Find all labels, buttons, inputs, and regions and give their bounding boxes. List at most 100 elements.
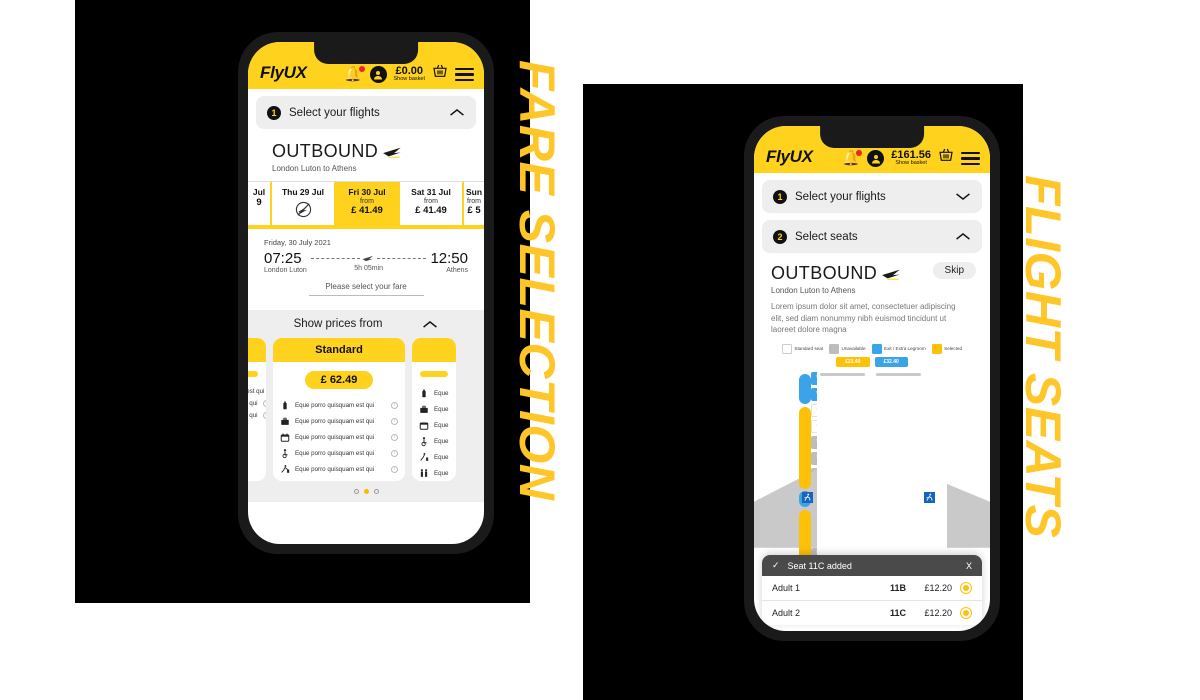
fare-feature-text: Eque porro quisquam est qui [295, 465, 375, 473]
carousel-dot[interactable] [373, 489, 379, 494]
fare-feature-text: Eque porro quisquam est qui [295, 417, 375, 425]
fare-cards-carousel[interactable]: quam est qui i am est qui i am est qui i [248, 338, 484, 481]
passenger-radio[interactable] [960, 607, 972, 619]
legend-label: Unavailable [841, 346, 866, 352]
hamburger-menu-button[interactable] [455, 67, 474, 84]
info-icon[interactable]: i [262, 411, 266, 419]
departure-airport: London Luton [264, 267, 307, 274]
legend-item-selected: Selected [931, 343, 963, 354]
fare-feature-text: quam est qui [248, 387, 265, 395]
fare-feature-text: Eque [434, 421, 449, 429]
date-cell[interactable]: Sat 31 Jul from £ 41.49 [398, 182, 462, 225]
plane-icon [882, 269, 900, 280]
passenger-row[interactable]: Adult 2 11C £12.20 [762, 601, 982, 625]
bag-icon [283, 401, 287, 409]
info-icon[interactable]: i [391, 401, 398, 409]
departure-time: 07:25 [264, 250, 302, 267]
fare-card-price [248, 371, 258, 377]
info-icon[interactable]: i [391, 433, 398, 441]
section-label-flight-seats: FLIGHT SEATS [1015, 175, 1071, 539]
fare-feature: Eque [412, 449, 456, 465]
chevron-up-icon [423, 320, 438, 328]
flight-path-line [310, 254, 427, 263]
phone-mockup-fare-selection: FlyUX 🔔 £0.00 Show basket 1 Select your … [238, 32, 494, 554]
arrival-block: 12:50 Athens [430, 250, 468, 274]
fare-feature-text: Eque porro quisquam est qui [295, 433, 375, 441]
account-avatar-button[interactable] [867, 150, 885, 167]
calendar-icon [280, 433, 290, 442]
date-from-label: from [467, 198, 481, 205]
exit-running-icon [804, 493, 811, 501]
wheelchair-icon [282, 448, 288, 458]
fare-feature: quam est qui i [248, 385, 266, 397]
notification-bell-button[interactable]: 🔔 [344, 66, 365, 83]
basket-total[interactable]: £161.56 Show basket [891, 149, 931, 167]
brand-logo[interactable]: FlyUX [260, 63, 307, 83]
brand-logo[interactable]: FlyUX [766, 147, 813, 167]
chevron-up-icon [450, 108, 464, 116]
basket-button[interactable] [432, 63, 448, 83]
briefcase-icon [420, 405, 428, 413]
fare-card[interactable]: Eque Eque Eque Eque Eque Eque [412, 338, 456, 481]
fare-feature: Eque porro quisquam est qui i [273, 397, 405, 413]
prices-from-header[interactable]: Show prices from [248, 318, 484, 338]
date-cell-selected[interactable]: Fri 30 Jul from £ 41.49 [334, 182, 398, 225]
overhead-bin-right [876, 372, 921, 376]
date-cell[interactable]: Thu 29 Jul [270, 182, 334, 225]
seats-description: Lorem ipsum dolor sit amet, consectetuer… [771, 302, 956, 335]
outbound-title: OUTBOUND [272, 141, 379, 161]
carousel-dot[interactable] [353, 489, 359, 494]
notification-bell-button[interactable]: 🔔 [842, 150, 863, 167]
accordion-select-your-flights[interactable]: 1 Select your flights [762, 180, 982, 213]
info-icon[interactable]: i [391, 449, 398, 457]
hamburger-menu-button[interactable] [961, 151, 980, 168]
date-price: £ 41.49 [415, 205, 447, 216]
basket-total[interactable]: £0.00 Show basket [394, 65, 426, 83]
flight-detail-block: Friday, 30 July 2021 07:25 London Luton … [248, 229, 484, 302]
legend-label: Standard seat [794, 346, 824, 352]
fare-card-price [420, 371, 448, 377]
phone1-notch [314, 42, 418, 64]
carousel-dot-active[interactable] [363, 489, 369, 494]
outbound-subtitle: London Luton to Athens [771, 286, 856, 295]
fare-card-price[interactable]: £ 62.49 [304, 371, 374, 389]
date-day: Sat 31 Jul [411, 187, 451, 197]
date-cell[interactable]: Jul 9 [248, 182, 270, 225]
people-icon [420, 468, 428, 477]
basket-button[interactable] [938, 147, 954, 167]
basket-icon [433, 64, 447, 77]
fare-feature: Eque [412, 433, 456, 449]
close-icon[interactable]: X [966, 561, 972, 571]
legend-label: Exit / Extra Legroom [884, 346, 926, 352]
legend-label: Selected [944, 346, 963, 352]
date-cell[interactable]: Sun from £ 5 [462, 182, 484, 225]
plane-icon [362, 255, 374, 262]
fare-card-title [248, 338, 266, 362]
fare-feature: Eque [412, 401, 456, 417]
date-selector-strip[interactable]: Jul 9 Thu 29 Jul Fri 30 Jul from £ 41.49 [248, 181, 484, 229]
accordion-select-your-flights[interactable]: 1 Select your flights [256, 96, 476, 129]
aisle-indicator-exit [799, 373, 811, 404]
carousel-dots[interactable] [248, 481, 484, 502]
accordion-select-seats[interactable]: 2 Select seats [762, 220, 982, 253]
skip-button[interactable]: Skip [932, 262, 976, 279]
info-icon[interactable]: i [262, 399, 266, 407]
avatar-icon [374, 70, 382, 79]
passenger-name: Adult 2 [772, 608, 801, 618]
fare-card[interactable]: quam est qui i am est qui i am est qui i [248, 338, 266, 481]
info-icon[interactable]: i [391, 465, 398, 473]
passenger-radio[interactable] [960, 582, 972, 594]
arrival-airport: Athens [446, 267, 468, 274]
flight-duration-block: 5h 05min [310, 254, 427, 274]
passenger-row[interactable]: Adult 1 11B £12.20 [762, 576, 982, 601]
fare-feature: Eque porro quisquam est qui i [273, 461, 405, 477]
fare-feature: am est qui i [248, 409, 266, 421]
arrival-time: 12:50 [430, 250, 468, 267]
account-avatar-button[interactable] [369, 66, 387, 83]
date-from-label: from [424, 198, 438, 205]
info-icon[interactable]: i [391, 417, 398, 425]
fare-card-standard[interactable]: Standard £ 62.49 Eque porro quisquam est… [273, 338, 405, 481]
accordion-label: Select your flights [289, 106, 380, 119]
phone1-screen: FlyUX 🔔 £0.00 Show basket 1 Select your … [248, 42, 484, 544]
wheelchair-icon [421, 436, 427, 446]
